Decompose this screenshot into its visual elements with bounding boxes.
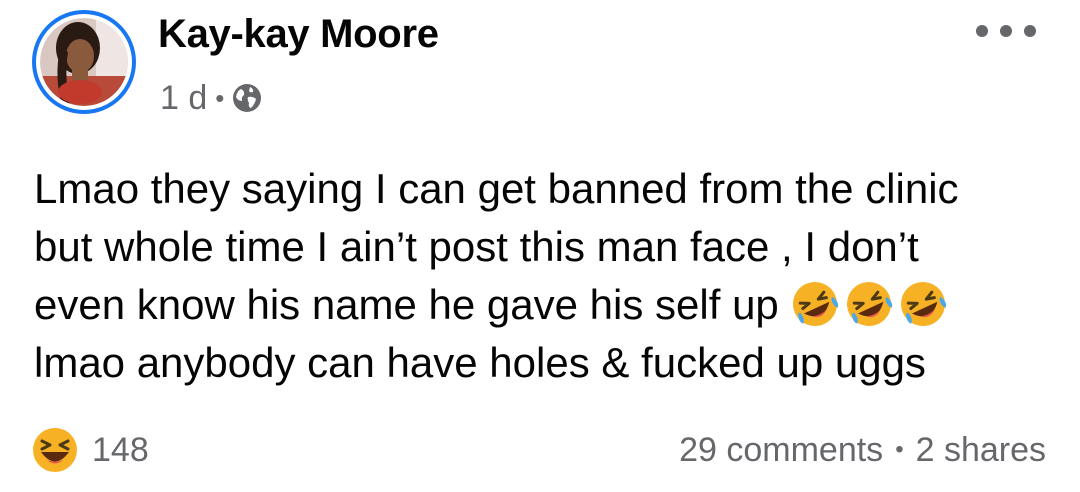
post-meta: 1 d • [160, 76, 262, 120]
haha-reaction-icon [33, 428, 77, 472]
post-text-line: lmao anybody can have holes & fucked up … [34, 339, 926, 386]
author-name[interactable]: Kay-kay Moore [158, 12, 439, 57]
rolling-on-floor-laughing-emoji [847, 282, 893, 326]
post-stats: 29 comments • 2 shares [679, 426, 1046, 474]
stats-separator: • [895, 436, 904, 463]
reaction-count: 148 [92, 430, 149, 469]
globe-icon[interactable] [232, 83, 262, 113]
meta-separator: • [215, 82, 225, 113]
avatar-ring[interactable] [32, 10, 136, 114]
more-options-icon [976, 25, 988, 37]
post-text-line: even know his name he gave his self up [34, 281, 791, 328]
rolling-on-floor-laughing-emoji [901, 282, 947, 326]
more-options-dot [1000, 25, 1012, 37]
more-options-button[interactable] [976, 16, 1036, 46]
post-timestamp[interactable]: 1 d [160, 79, 207, 118]
comments-count-link[interactable]: 29 comments [679, 431, 883, 470]
post-text-line: but whole time I ain’t post this man fac… [34, 223, 919, 270]
more-options-dot [1024, 25, 1036, 37]
reactions-summary[interactable]: 148 [32, 426, 149, 474]
post-text-line: Lmao they saying I can get banned from t… [34, 165, 959, 212]
shares-count-link[interactable]: 2 shares [916, 431, 1046, 470]
post-text: Lmao they saying I can get banned from t… [34, 160, 1044, 392]
avatar[interactable] [40, 18, 128, 106]
rolling-on-floor-laughing-emoji [793, 282, 839, 326]
post-text-line-with-emoji: even know his name he gave his self up [34, 276, 1044, 334]
